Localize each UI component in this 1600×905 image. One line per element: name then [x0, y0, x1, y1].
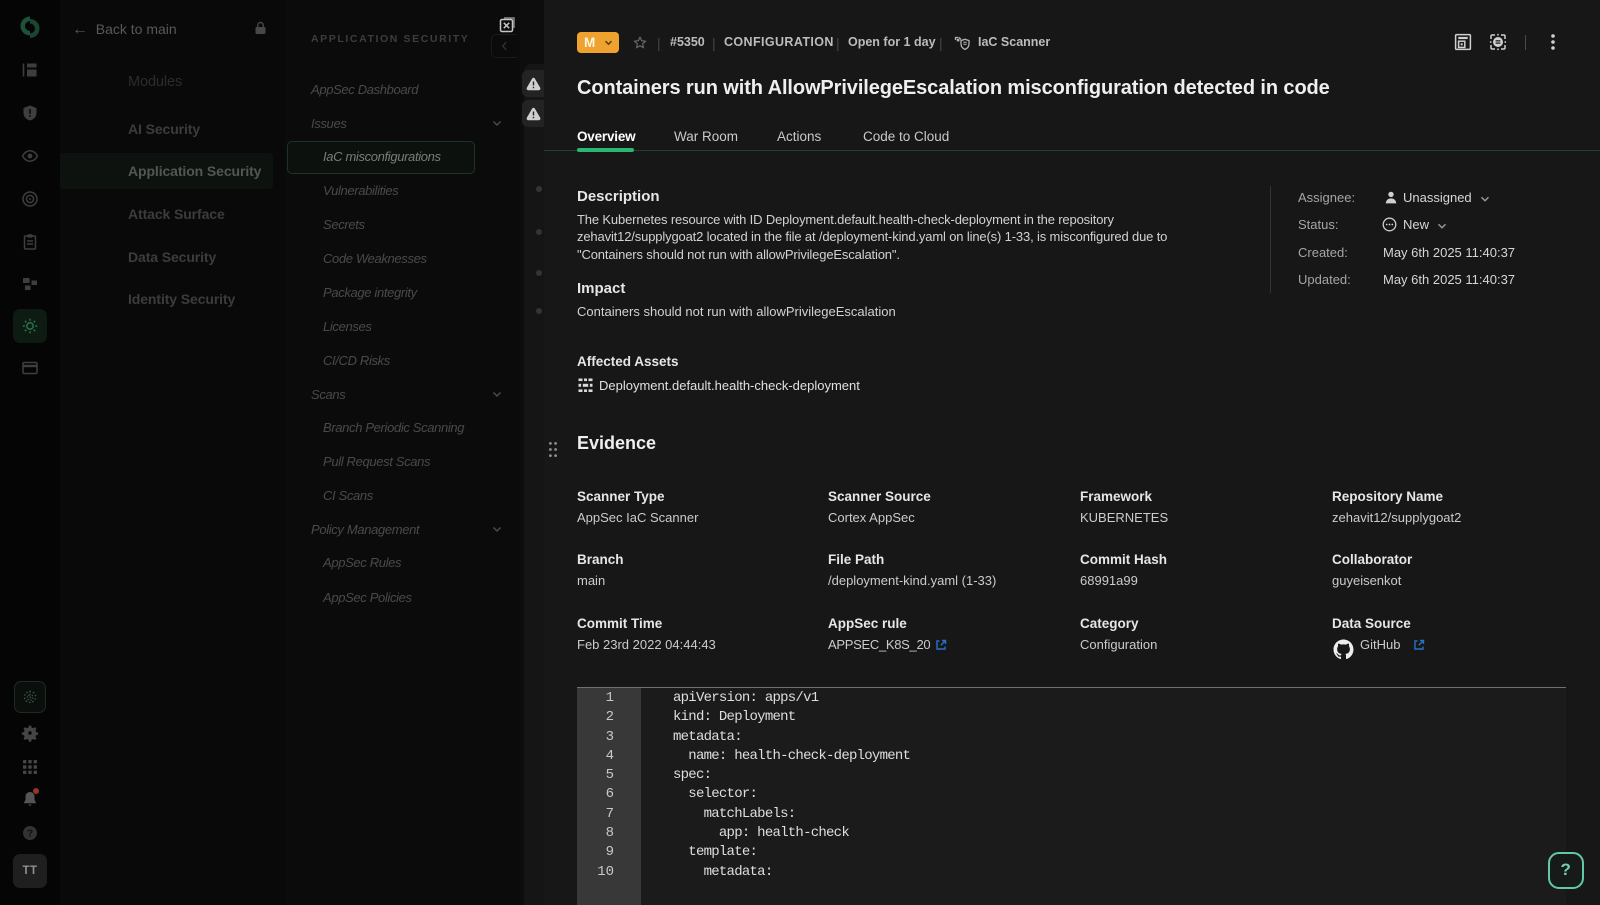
svg-text:?: ? [27, 828, 33, 839]
